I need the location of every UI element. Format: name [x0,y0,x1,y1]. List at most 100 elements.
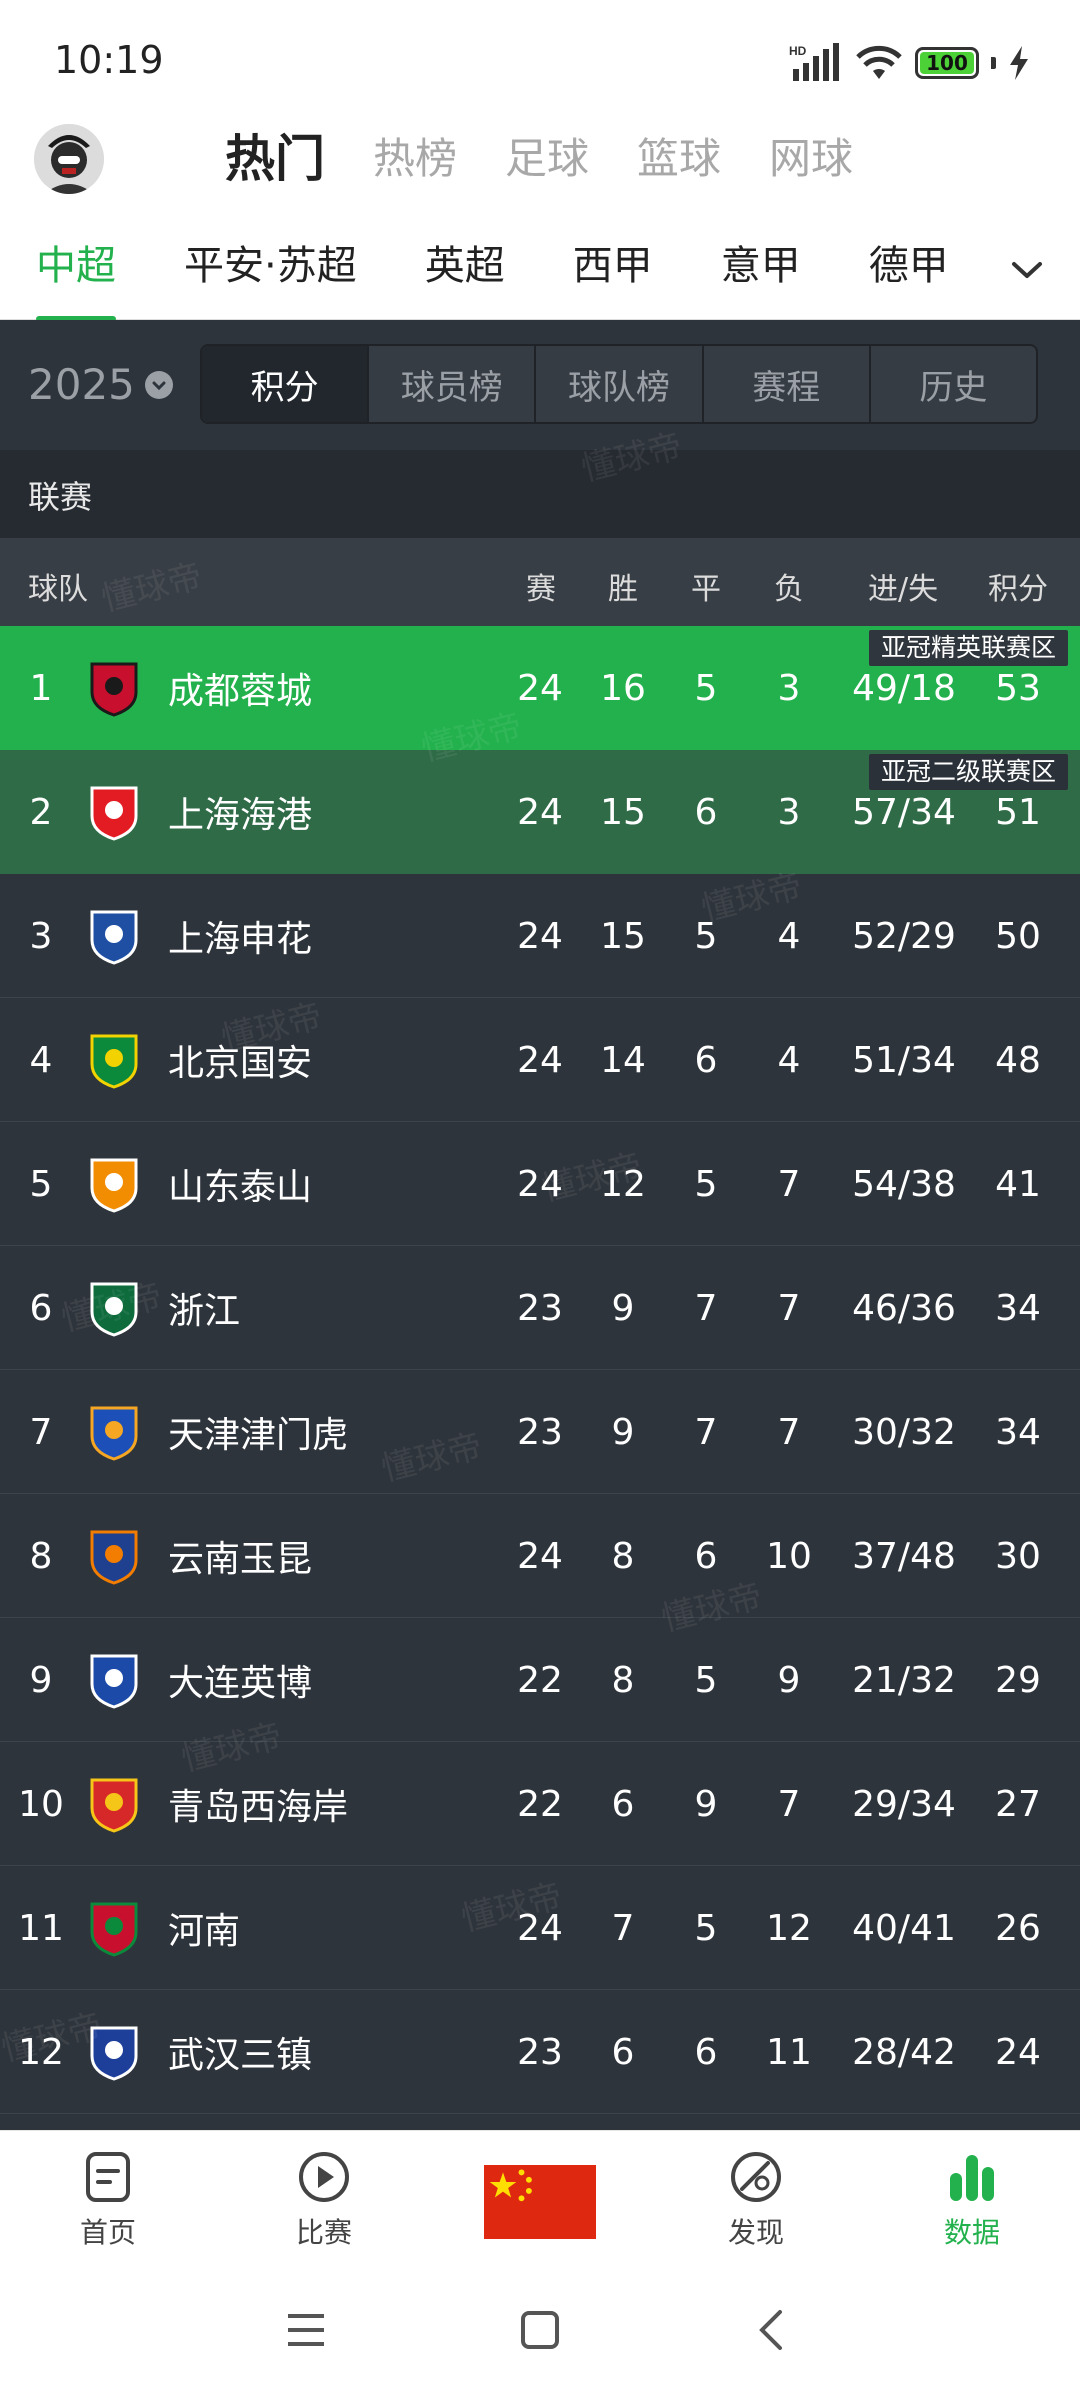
table-row[interactable]: 8 云南玉昆 24 8 6 10 37/48 30 [0,1494,1080,1618]
team-name[interactable]: 大连英博 [168,1618,312,1742]
league-tab-label: 西甲 [572,243,653,289]
home-square-icon[interactable] [520,2310,560,2350]
table-row[interactable]: 6 浙江 23 9 7 7 46/36 34 [0,1246,1080,1370]
table-row[interactable]: 1 成都蓉城 24 16 5 3 49/18 53 亚冠精英联赛区 [0,626,1080,750]
chevron-down-icon[interactable] [1002,244,1052,294]
team-rank: 4 [29,1039,53,1081]
nav-discover[interactable]: 发现 [686,2149,826,2251]
team-goals: 37/48 [852,1535,956,1577]
team-rank: 12 [18,2031,64,2073]
segment-tab[interactable]: 球队榜 [536,346,704,422]
team-draw: 5 [694,1163,718,1205]
league-tab[interactable]: 西甲 [573,236,653,296]
team-name[interactable]: 上海申花 [168,874,312,998]
table-row[interactable]: 2 上海海港 24 15 6 3 57/34 51 亚冠二级联赛区 [0,750,1080,874]
nav-home[interactable]: 首页 [38,2149,178,2251]
top-tab[interactable]: 热榜 [373,124,457,194]
team-goals: 51/34 [852,1039,956,1081]
team-rank: 8 [29,1535,53,1577]
nav-data-label: 数据 [943,2216,1000,2249]
team-points: 29 [995,1659,1041,1701]
team-name[interactable]: 北京国安 [168,998,312,1122]
team-points: 41 [995,1163,1041,1205]
segment-tab[interactable]: 历史 [871,346,1036,422]
segment-tab[interactable]: 赛程 [704,346,871,422]
team-name[interactable]: 云南玉昆 [168,1494,312,1618]
team-logo-icon [90,1158,138,1213]
league-tab[interactable]: 意甲 [721,236,801,296]
header-loss: 负 [774,572,804,607]
team-name[interactable]: 河南 [168,1866,240,1990]
table-row[interactable]: 11 河南 24 7 5 12 40/41 26 [0,1866,1080,1990]
team-points: 26 [995,1907,1041,1949]
team-draw: 5 [694,667,718,709]
table-row[interactable]: 10 青岛西海岸 22 6 9 7 29/34 27 [0,1742,1080,1866]
team-loss: 7 [777,1411,801,1453]
team-name[interactable]: 上海海港 [168,750,312,874]
team-name[interactable]: 青岛西海岸 [168,1742,348,1866]
header-points: 积分 [988,572,1048,607]
team-played: 23 [517,1411,563,1453]
top-tab[interactable]: 足球 [505,124,589,194]
league-tab[interactable]: 平安·苏超 [184,236,357,296]
team-name[interactable]: 天津津门虎 [168,1370,348,1494]
status-time: 10:19 [54,38,164,82]
top-tab[interactable]: 热门 [225,124,325,194]
team-logo-icon [90,1406,138,1461]
charging-bolt-icon [1010,46,1028,80]
table-row[interactable]: 9 大连英博 22 8 5 9 21/32 29 [0,1618,1080,1742]
season-selector[interactable]: 2025 [28,360,173,409]
team-played: 24 [517,1163,563,1205]
team-played: 24 [517,667,563,709]
nav-data[interactable]: 数据 [902,2149,1042,2251]
team-win: 8 [611,1659,635,1701]
back-icon[interactable] [756,2308,786,2352]
team-goals: 29/34 [852,1783,956,1825]
season-year: 2025 [28,360,135,409]
team-logo-icon [90,1034,138,1089]
nav-matches[interactable]: 比赛 [254,2149,394,2251]
segment-tab[interactable]: 球员榜 [369,346,537,422]
league-tab[interactable]: 英超 [425,236,505,296]
team-win: 9 [611,1287,635,1329]
team-rank: 7 [29,1411,53,1453]
section-header: 联赛 [0,450,1080,538]
team-goals: 52/29 [852,915,956,957]
table-row[interactable]: 3 上海申花 24 15 5 4 52/29 50 [0,874,1080,998]
league-tab[interactable]: 德甲 [869,236,949,296]
play-circle-icon [299,2152,349,2202]
team-draw: 6 [694,2031,718,2073]
team-loss: 11 [766,2031,812,2073]
qualification-badge: 亚冠二级联赛区 [868,754,1068,790]
team-logo-icon [90,662,138,717]
team-logo-icon [90,1530,138,1585]
table-row[interactable]: 7 天津津门虎 23 9 7 7 30/32 34 [0,1370,1080,1494]
league-tab[interactable]: 中超 [36,236,116,322]
team-goals: 28/42 [852,2031,956,2073]
team-name[interactable]: 成都蓉城 [168,626,312,750]
team-played: 23 [517,1287,563,1329]
avatar[interactable] [34,124,104,194]
table-row[interactable]: 5 山东泰山 24 12 5 7 54/38 41 [0,1122,1080,1246]
bar-chart-icon [950,2155,994,2201]
top-tab[interactable]: 篮球 [637,124,721,194]
team-goals: 40/41 [852,1907,956,1949]
table-row[interactable]: 4 北京国安 24 14 6 4 51/34 48 [0,998,1080,1122]
team-loss: 7 [777,1783,801,1825]
team-win: 14 [600,1039,646,1081]
segment-tab[interactable]: 积分 [202,346,370,422]
table-row[interactable]: 12 武汉三镇 23 6 6 11 28/42 24 [0,1990,1080,2114]
team-name[interactable]: 浙江 [168,1246,240,1370]
menu-icon[interactable] [286,2312,326,2348]
top-tab[interactable]: 网球 [769,124,853,194]
team-logo-icon [90,1654,138,1709]
team-played: 24 [517,1907,563,1949]
team-draw: 5 [694,915,718,957]
team-win: 15 [600,791,646,833]
team-name[interactable]: 武汉三镇 [168,1990,312,2114]
china-flag-icon[interactable] [484,2165,596,2239]
team-draw: 7 [694,1411,718,1453]
nav-home-label: 首页 [79,2216,136,2249]
team-logo-icon [90,1902,138,1957]
team-name[interactable]: 山东泰山 [168,1122,312,1246]
